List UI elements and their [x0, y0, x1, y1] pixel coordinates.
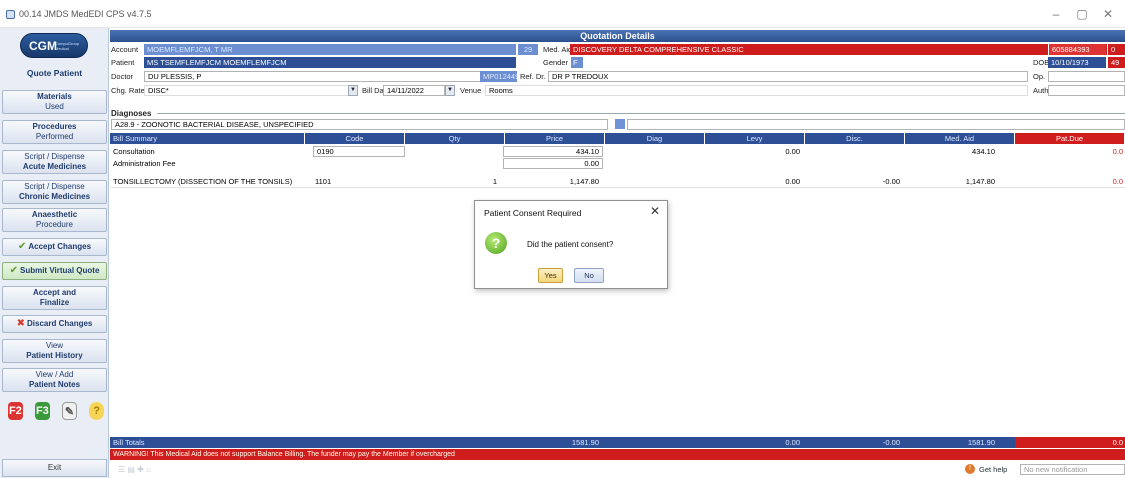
accept-changes-button[interactable]: ✔ Accept Changes — [2, 238, 107, 256]
maximize-button[interactable]: ▢ — [1072, 6, 1092, 22]
f2-tool-icon[interactable]: F2 — [8, 402, 23, 420]
chevron-down-icon[interactable]: ▼ — [348, 85, 358, 96]
question-icon: ? — [485, 232, 507, 254]
doctor-field[interactable]: DU PLESSIS, P — [144, 71, 516, 82]
row-divider — [110, 187, 1125, 188]
chevron-down-icon[interactable]: ▼ — [445, 85, 455, 96]
divider — [157, 113, 1125, 114]
sidebar: CGM CompuGroup Medical Quote Patient Mat… — [0, 28, 109, 478]
patient-name: MS TSEMFLEMFJCM MOEMFLEMFJCM — [144, 57, 516, 68]
dialog-title: Patient Consent Required — [484, 208, 582, 218]
accept-and-finalize-button[interactable]: Accept and Finalize — [2, 286, 107, 310]
window-title: 00.14 JMDS MedEDI CPS v4.7.5 — [19, 9, 152, 19]
diagnoses-heading: Diagnoses — [111, 109, 152, 118]
close-icon[interactable]: ✕ — [650, 204, 660, 218]
medical-aid-number: 605884393 — [1048, 44, 1106, 55]
dialog-message: Did the patient consent? — [527, 240, 614, 249]
procedures-performed-button[interactable]: Procedures Performed — [2, 120, 107, 144]
patient-notes-button[interactable]: View / Add Patient Notes — [2, 368, 107, 392]
edit-note-icon[interactable]: ✎ — [61, 402, 78, 420]
cross-icon: ✖ — [16, 318, 26, 329]
diagnosis-field[interactable]: A28.9 - ZOONOTIC BACTERIAL DISEASE, UNSP… — [111, 119, 608, 130]
doctor-row: Doctor DU PLESSIS, P MP0124494 Ref. Dr. … — [110, 71, 1125, 82]
quote-patient-heading: Quote Patient — [26, 68, 83, 78]
f3-tool-icon[interactable]: F3 — [34, 402, 50, 420]
table-row[interactable]: TONSILLECTOMY (DISSECTION OF THE TONSILS… — [110, 176, 1125, 187]
minimize-button[interactable]: – — [1046, 6, 1066, 22]
price-field[interactable]: 434.10 — [503, 146, 603, 157]
help-icon[interactable]: ! — [965, 464, 975, 474]
acute-medicines-button[interactable]: Script / Dispense Acute Medicines — [2, 150, 107, 174]
table-row[interactable]: Consultation 0190 434.10 0.00 434.10 0.0 — [110, 146, 1125, 157]
bill-totals-row: Bill Totals 1581.90 0.00 -0.00 1581.90 0… — [110, 437, 1125, 448]
chronic-medicines-button[interactable]: Script / Dispense Chronic Medicines — [2, 180, 107, 204]
exit-button[interactable]: Exit — [2, 459, 107, 477]
account-age: 29 — [518, 44, 538, 55]
account-row: Account MOEMFLEMFJCM, T MR 29 Med. Aid D… — [110, 44, 1125, 55]
help-icon[interactable]: ? — [89, 402, 105, 420]
bill-date-field[interactable]: 14/11/2022 — [383, 85, 445, 96]
taskbar-icons: ☰ ▤ ✚ ⌂ — [118, 465, 151, 474]
venue-field[interactable]: Rooms — [485, 85, 1028, 96]
table-row[interactable]: Administration Fee 0.00 — [110, 158, 1125, 169]
quotation-details-title: Quotation Details — [110, 30, 1125, 42]
price-field[interactable]: 0.00 — [503, 158, 603, 169]
discard-changes-button[interactable]: ✖ Discard Changes — [2, 315, 107, 333]
anaesthetic-procedure-button[interactable]: Anaesthetic Procedure — [2, 208, 107, 232]
status-bar: ☰ ▤ ✚ ⌂ ! Get help No new notification — [110, 462, 1125, 478]
checkmark-icon: ✔ — [17, 241, 27, 252]
diagnosis-extra-field[interactable] — [627, 119, 1125, 130]
title-bar: 00.14 JMDS MedEDI CPS v4.7.5 – ▢ ✕ — [0, 0, 1125, 28]
submit-virtual-quote-button[interactable]: ✔ Submit Virtual Quote — [2, 262, 107, 280]
account-name: MOEMFLEMFJCM, T MR — [144, 44, 516, 55]
account-extra: 0 — [1107, 44, 1125, 55]
auth-field[interactable] — [1048, 85, 1125, 96]
patient-age: 49 — [1107, 57, 1125, 68]
materials-used-button[interactable]: Materials Used — [2, 90, 107, 114]
view-patient-history-button[interactable]: View Patient History — [2, 339, 107, 363]
sidebar-toolbar: F2 F3 ✎ ? — [8, 400, 105, 422]
notification-field: No new notification — [1020, 464, 1125, 475]
rate-row: Chg. Rate DISC* ▼ Bill Date 14/11/2022 ▼… — [110, 85, 1125, 96]
app-icon — [6, 10, 15, 19]
close-button[interactable]: ✕ — [1098, 6, 1118, 22]
checkmark-icon: ✔ — [9, 265, 18, 276]
code-field[interactable]: 0190 — [313, 146, 405, 157]
op-field[interactable] — [1048, 71, 1125, 82]
no-button[interactable]: No — [574, 268, 604, 283]
doctor-practice-code: MP0124494 — [480, 71, 517, 82]
patient-row: Patient MS TSEMFLEMFJCM MOEMFLEMFJCM Gen… — [110, 57, 1125, 68]
diagnosis-lookup-button[interactable] — [615, 119, 625, 129]
get-help-link[interactable]: Get help — [979, 465, 1007, 474]
consent-dialog: Patient Consent Required ✕ ? Did the pat… — [474, 200, 668, 289]
gender-value: F — [571, 57, 583, 68]
referring-doctor-field[interactable]: DR P TREDOUX — [548, 71, 1028, 82]
balance-billing-warning: WARNING! This Medical Aid does not suppo… — [110, 449, 1125, 460]
cgm-logo: CGM CompuGroup Medical — [20, 33, 88, 58]
dob-value: 10/10/1973 — [1048, 57, 1106, 68]
medical-aid-scheme: DISCOVERY DELTA COMPREHENSIVE CLASSIC — [570, 44, 1125, 55]
yes-button[interactable]: Yes — [538, 268, 563, 283]
charge-rate-select[interactable]: DISC* — [144, 85, 349, 96]
bill-table-header: Bill Summary Code Qty Price Diag Levy Di… — [110, 133, 1125, 144]
